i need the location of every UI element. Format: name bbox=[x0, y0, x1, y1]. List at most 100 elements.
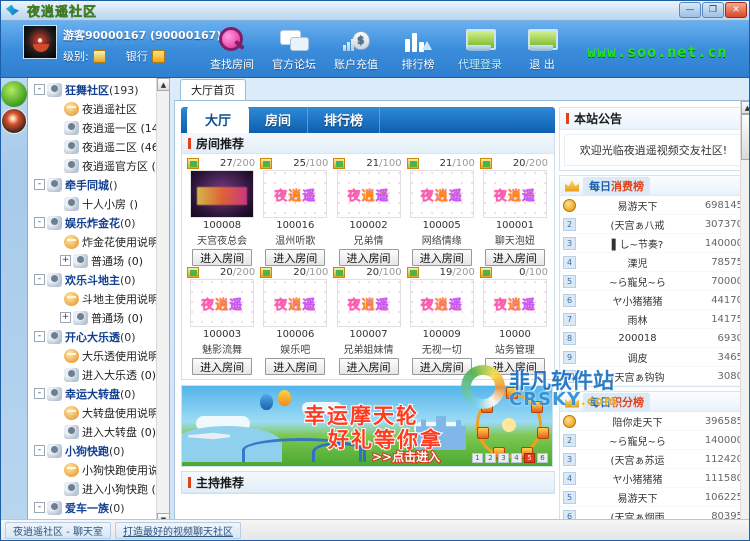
room-card[interactable]: 20/200 夜逍遥 100001 聊天泡妞 进入房间 bbox=[479, 157, 551, 266]
collapse-icon[interactable]: - bbox=[34, 274, 45, 285]
banner-dot[interactable]: 4 bbox=[511, 453, 522, 463]
room-thumbnail[interactable]: 夜逍遥 bbox=[263, 279, 328, 327]
exit-button[interactable]: 退 出 bbox=[511, 25, 573, 72]
find-room-button[interactable]: 查找房间 bbox=[201, 25, 263, 72]
room-card[interactable]: 19/200 夜逍遥 100009 无视一切 进入房间 bbox=[406, 266, 478, 375]
agent-login-button[interactable]: 代理登录 bbox=[449, 25, 511, 72]
collapse-icon[interactable]: - bbox=[34, 179, 45, 190]
enter-room-button[interactable]: 进入房间 bbox=[484, 358, 545, 375]
tree-item[interactable]: 炸金花使用说明 bbox=[30, 232, 169, 251]
tab-rooms[interactable]: 房间 bbox=[249, 107, 309, 133]
expand-icon[interactable]: + bbox=[60, 255, 71, 266]
tree-item-label: 大乐透使用说明 bbox=[82, 349, 159, 363]
collapse-icon[interactable]: - bbox=[34, 217, 45, 228]
collapse-icon[interactable]: - bbox=[34, 502, 45, 513]
category-tree[interactable]: - 狂舞社区(193) 夜逍遥社区 夜逍遥一区 (147) 夜逍遥二区 (46) 夜逍遥官… bbox=[28, 78, 169, 526]
banner-pagination[interactable]: 123456 bbox=[472, 453, 548, 463]
enter-room-button[interactable]: 进入房间 bbox=[338, 249, 399, 266]
banner-dot[interactable]: 3 bbox=[498, 453, 509, 463]
room-card[interactable]: 21/100 夜逍遥 100002 兄弟情 进入房间 bbox=[332, 157, 404, 266]
status-item[interactable]: 夜逍遥社区 - 聊天室 bbox=[5, 521, 111, 539]
ranking-button[interactable]: 排行榜 bbox=[387, 25, 449, 72]
tree-item[interactable]: + 普通场 (0) bbox=[30, 251, 169, 270]
tree-item[interactable]: 小狗快跑使用说明书 bbox=[30, 460, 169, 479]
tree-item[interactable]: - 牵手同城() bbox=[30, 175, 169, 194]
scroll-up-button[interactable]: ▲ bbox=[741, 101, 749, 114]
enter-room-button[interactable]: 进入房间 bbox=[192, 249, 253, 266]
room-thumbnail[interactable]: 夜逍遥 bbox=[263, 170, 328, 218]
tree-item[interactable]: - 狂舞社区(193) bbox=[30, 80, 169, 99]
scroll-thumb[interactable] bbox=[741, 114, 749, 160]
banner-dot[interactable]: 1 bbox=[472, 453, 483, 463]
enter-room-button[interactable]: 进入房间 bbox=[411, 358, 472, 375]
enter-room-button[interactable]: 进入房间 bbox=[338, 358, 399, 375]
rank-user-name: 调皮 bbox=[627, 353, 648, 365]
tree-item[interactable]: 大转盘使用说明 bbox=[30, 403, 169, 422]
tree-item[interactable]: - 娱乐炸金花(0) bbox=[30, 213, 169, 232]
scroll-up-button[interactable]: ▲ bbox=[157, 78, 170, 91]
tree-item[interactable]: + 普通场 (0) bbox=[30, 308, 169, 327]
room-thumbnail[interactable]: 夜逍遥 bbox=[336, 279, 401, 327]
profile-icon[interactable] bbox=[1, 108, 27, 134]
room-thumbnail[interactable]: 夜逍遥 bbox=[482, 279, 547, 327]
room-card[interactable]: 21/100 夜逍遥 100005 网络情缘 进入房间 bbox=[406, 157, 478, 266]
banner-cta[interactable]: >>点击进入 bbox=[371, 448, 441, 465]
banner-dot[interactable]: 6 bbox=[537, 453, 548, 463]
tree-item[interactable]: - 欢乐斗地主(0) bbox=[30, 270, 169, 289]
room-card[interactable]: 20/100 夜逍遥 100006 娱乐吧 进入房间 bbox=[259, 266, 331, 375]
maximize-button[interactable]: ❐ bbox=[702, 2, 724, 18]
tree-vertical-scrollbar[interactable]: ▲ ▼ bbox=[156, 78, 170, 526]
collapse-icon[interactable]: - bbox=[34, 84, 45, 95]
enter-room-button[interactable]: 进入房间 bbox=[265, 249, 326, 266]
room-thumbnail[interactable]: 夜逍遥 bbox=[482, 170, 547, 218]
room-thumbnail[interactable]: 夜逍遥 bbox=[336, 170, 401, 218]
enter-room-button[interactable]: 进入房间 bbox=[265, 358, 326, 375]
status-item[interactable]: 打造最好的视频聊天社区 bbox=[114, 521, 241, 539]
banner-dot[interactable]: 2 bbox=[485, 453, 496, 463]
expand-icon[interactable]: + bbox=[60, 312, 71, 323]
collapse-icon[interactable]: - bbox=[34, 331, 45, 342]
tree-item[interactable]: 夜逍遥二区 (46) bbox=[30, 137, 169, 156]
enter-room-button[interactable]: 进入房间 bbox=[484, 249, 545, 266]
collapse-icon[interactable]: - bbox=[34, 445, 45, 456]
room-card[interactable]: 0/100 夜逍遥 10000 站务管理 进入房间 bbox=[479, 266, 551, 375]
tab-lobby-home[interactable]: 大厅首页 bbox=[180, 79, 246, 100]
browser-vertical-scrollbar[interactable]: ▲ ▼ bbox=[740, 101, 749, 540]
minimize-button[interactable]: — bbox=[679, 2, 701, 18]
tree-item[interactable]: 大乐透使用说明 bbox=[30, 346, 169, 365]
room-card[interactable]: 25/100 夜逍遥 100016 温州听歌 进入房间 bbox=[259, 157, 331, 266]
tree-item[interactable]: - 开心大乐透(0) bbox=[30, 327, 169, 346]
official-forum-button[interactable]: 官方论坛 bbox=[263, 25, 325, 72]
tree-item[interactable]: 进入小狗快跑 (0) bbox=[30, 479, 169, 498]
promo-banner[interactable]: 幸运摩天轮 好礼等你拿 >>点击进入 123456 bbox=[181, 385, 553, 467]
room-logo: 夜逍遥 bbox=[337, 171, 400, 217]
room-card[interactable]: 20/200 夜逍遥 100003 魅影流舞 进入房间 bbox=[186, 266, 258, 375]
room-thumbnail[interactable]: 夜逍遥 bbox=[190, 279, 255, 327]
room-thumbnail[interactable] bbox=[190, 170, 255, 218]
room-thumbnail[interactable]: 夜逍遥 bbox=[409, 170, 474, 218]
account-recharge-button[interactable]: 账户充值 bbox=[325, 25, 387, 72]
room-thumbnail[interactable]: 夜逍遥 bbox=[409, 279, 474, 327]
tab-lobby[interactable]: 大厅 bbox=[187, 106, 250, 133]
bank-coin-icon[interactable] bbox=[151, 49, 165, 63]
banner-dot[interactable]: 5 bbox=[524, 453, 535, 463]
tree-item[interactable]: 十人小房 () bbox=[30, 194, 169, 213]
tree-item[interactable]: - 幸运大转盘(0) bbox=[30, 384, 169, 403]
contacts-icon[interactable] bbox=[1, 81, 27, 107]
tab-ranking[interactable]: 排行榜 bbox=[308, 107, 381, 133]
avatar[interactable] bbox=[23, 25, 57, 59]
tree-item[interactable]: 斗地主使用说明 bbox=[30, 289, 169, 308]
close-button[interactable]: ✕ bbox=[725, 2, 747, 18]
tree-item[interactable]: 夜逍遥社区 bbox=[30, 99, 169, 118]
tree-item[interactable]: 进入大乐透 (0) bbox=[30, 365, 169, 384]
enter-room-button[interactable]: 进入房间 bbox=[192, 358, 253, 375]
room-card[interactable]: 20/100 夜逍遥 100007 兄弟姐妹情 进入房间 bbox=[332, 266, 404, 375]
enter-room-button[interactable]: 进入房间 bbox=[411, 249, 472, 266]
tree-item[interactable]: - 小狗快跑(0) bbox=[30, 441, 169, 460]
tree-item[interactable]: 进入大转盘 (0) bbox=[30, 422, 169, 441]
room-card[interactable]: 27/200 100008 天宫夜总会 进入房间 bbox=[186, 157, 258, 266]
tree-item[interactable]: 夜逍遥官方区 (0) bbox=[30, 156, 169, 175]
tree-item[interactable]: - 爱车一族(0) bbox=[30, 498, 169, 517]
collapse-icon[interactable]: - bbox=[34, 388, 45, 399]
tree-item[interactable]: 夜逍遥一区 (147) bbox=[30, 118, 169, 137]
